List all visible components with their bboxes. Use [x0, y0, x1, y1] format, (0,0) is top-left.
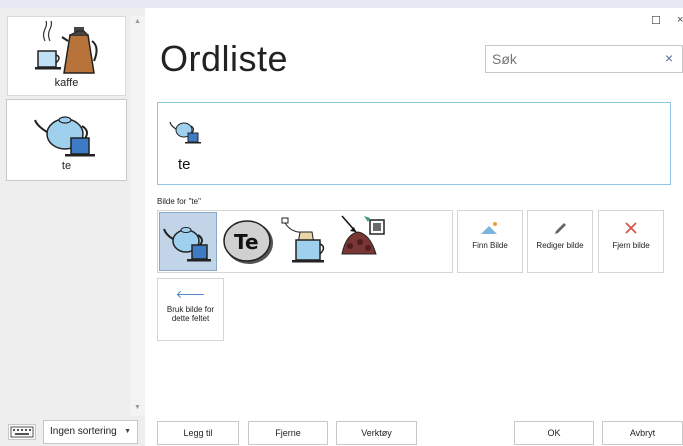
action-label: Fjern bilde — [612, 241, 650, 250]
teapot-icon — [34, 116, 95, 157]
sort-select[interactable]: Ingen sortering ▼ — [43, 420, 138, 444]
tools-button[interactable]: Verktøy — [336, 421, 417, 445]
maximize-button[interactable]: ☐ — [651, 14, 661, 27]
scroll-up-icon[interactable]: ▲ — [130, 18, 145, 25]
word-tile-te[interactable]: te — [7, 100, 126, 180]
picture-section-label: Bilde for "te" — [157, 197, 201, 206]
teapot-icon — [163, 227, 211, 262]
scroll-down-icon[interactable]: ▼ — [130, 404, 145, 411]
remove-picture-button[interactable]: Fjern bilde — [598, 210, 664, 273]
picture-option-teapot[interactable] — [159, 212, 217, 271]
keyboard-icon — [10, 426, 34, 438]
clear-search-icon[interactable]: × — [665, 50, 673, 66]
picture-options-strip: Te — [157, 210, 453, 273]
close-window-button[interactable]: × — [677, 14, 683, 26]
te-disc-text: Te — [234, 230, 259, 254]
sort-value: Ingen sortering — [50, 426, 117, 437]
action-label: Finn Bilde — [472, 241, 508, 250]
word-label: kaffe — [54, 77, 79, 89]
title-bar — [0, 0, 683, 8]
te-disc-icon: Te — [223, 220, 273, 264]
word-preview-card: te — [157, 102, 671, 185]
picture-option-tea-leaves[interactable] — [336, 212, 394, 271]
picture-option-te-disc[interactable]: Te — [220, 212, 278, 271]
remove-x-icon — [625, 222, 637, 234]
use-picture-label: Bruk bilde for dette feltet — [166, 305, 215, 323]
mountain-sun-icon — [481, 222, 497, 234]
word-label: te — [61, 160, 72, 172]
edit-picture-button[interactable]: Rediger bilde — [527, 210, 593, 273]
cancel-button[interactable]: Avbryt — [602, 421, 683, 445]
pencil-icon — [555, 223, 566, 234]
sidebar-scrollbar[interactable]: ▲ ▼ — [130, 16, 145, 416]
teapot-icon — [169, 121, 201, 144]
remove-button[interactable]: Fjerne — [248, 421, 328, 445]
tea-leaves-icon — [341, 215, 385, 255]
keyboard-button[interactable] — [8, 424, 36, 440]
ok-button[interactable]: OK — [514, 421, 594, 445]
add-button[interactable]: Legg til — [157, 421, 239, 445]
picture-option-teabag-cup[interactable] — [278, 212, 336, 271]
teabag-cup-icon — [281, 217, 325, 263]
use-picture-button[interactable]: 🡐 Bruk bilde for dette feltet — [157, 278, 224, 341]
coffee-pot-icon — [35, 21, 98, 74]
find-picture-button[interactable]: Finn Bilde — [457, 210, 523, 273]
page-title: Ordliste — [160, 38, 289, 79]
arrow-left-icon: 🡐 — [175, 289, 206, 301]
word-tile-kaffe[interactable]: kaffe — [7, 16, 126, 96]
search-input[interactable] — [486, 46, 656, 72]
word-list-sidebar: kaffe te ▲ ▼ — [0, 8, 145, 446]
preview-word-label: te — [178, 156, 191, 173]
search-field[interactable]: × — [485, 45, 683, 73]
chevron-down-icon: ▼ — [124, 428, 131, 435]
